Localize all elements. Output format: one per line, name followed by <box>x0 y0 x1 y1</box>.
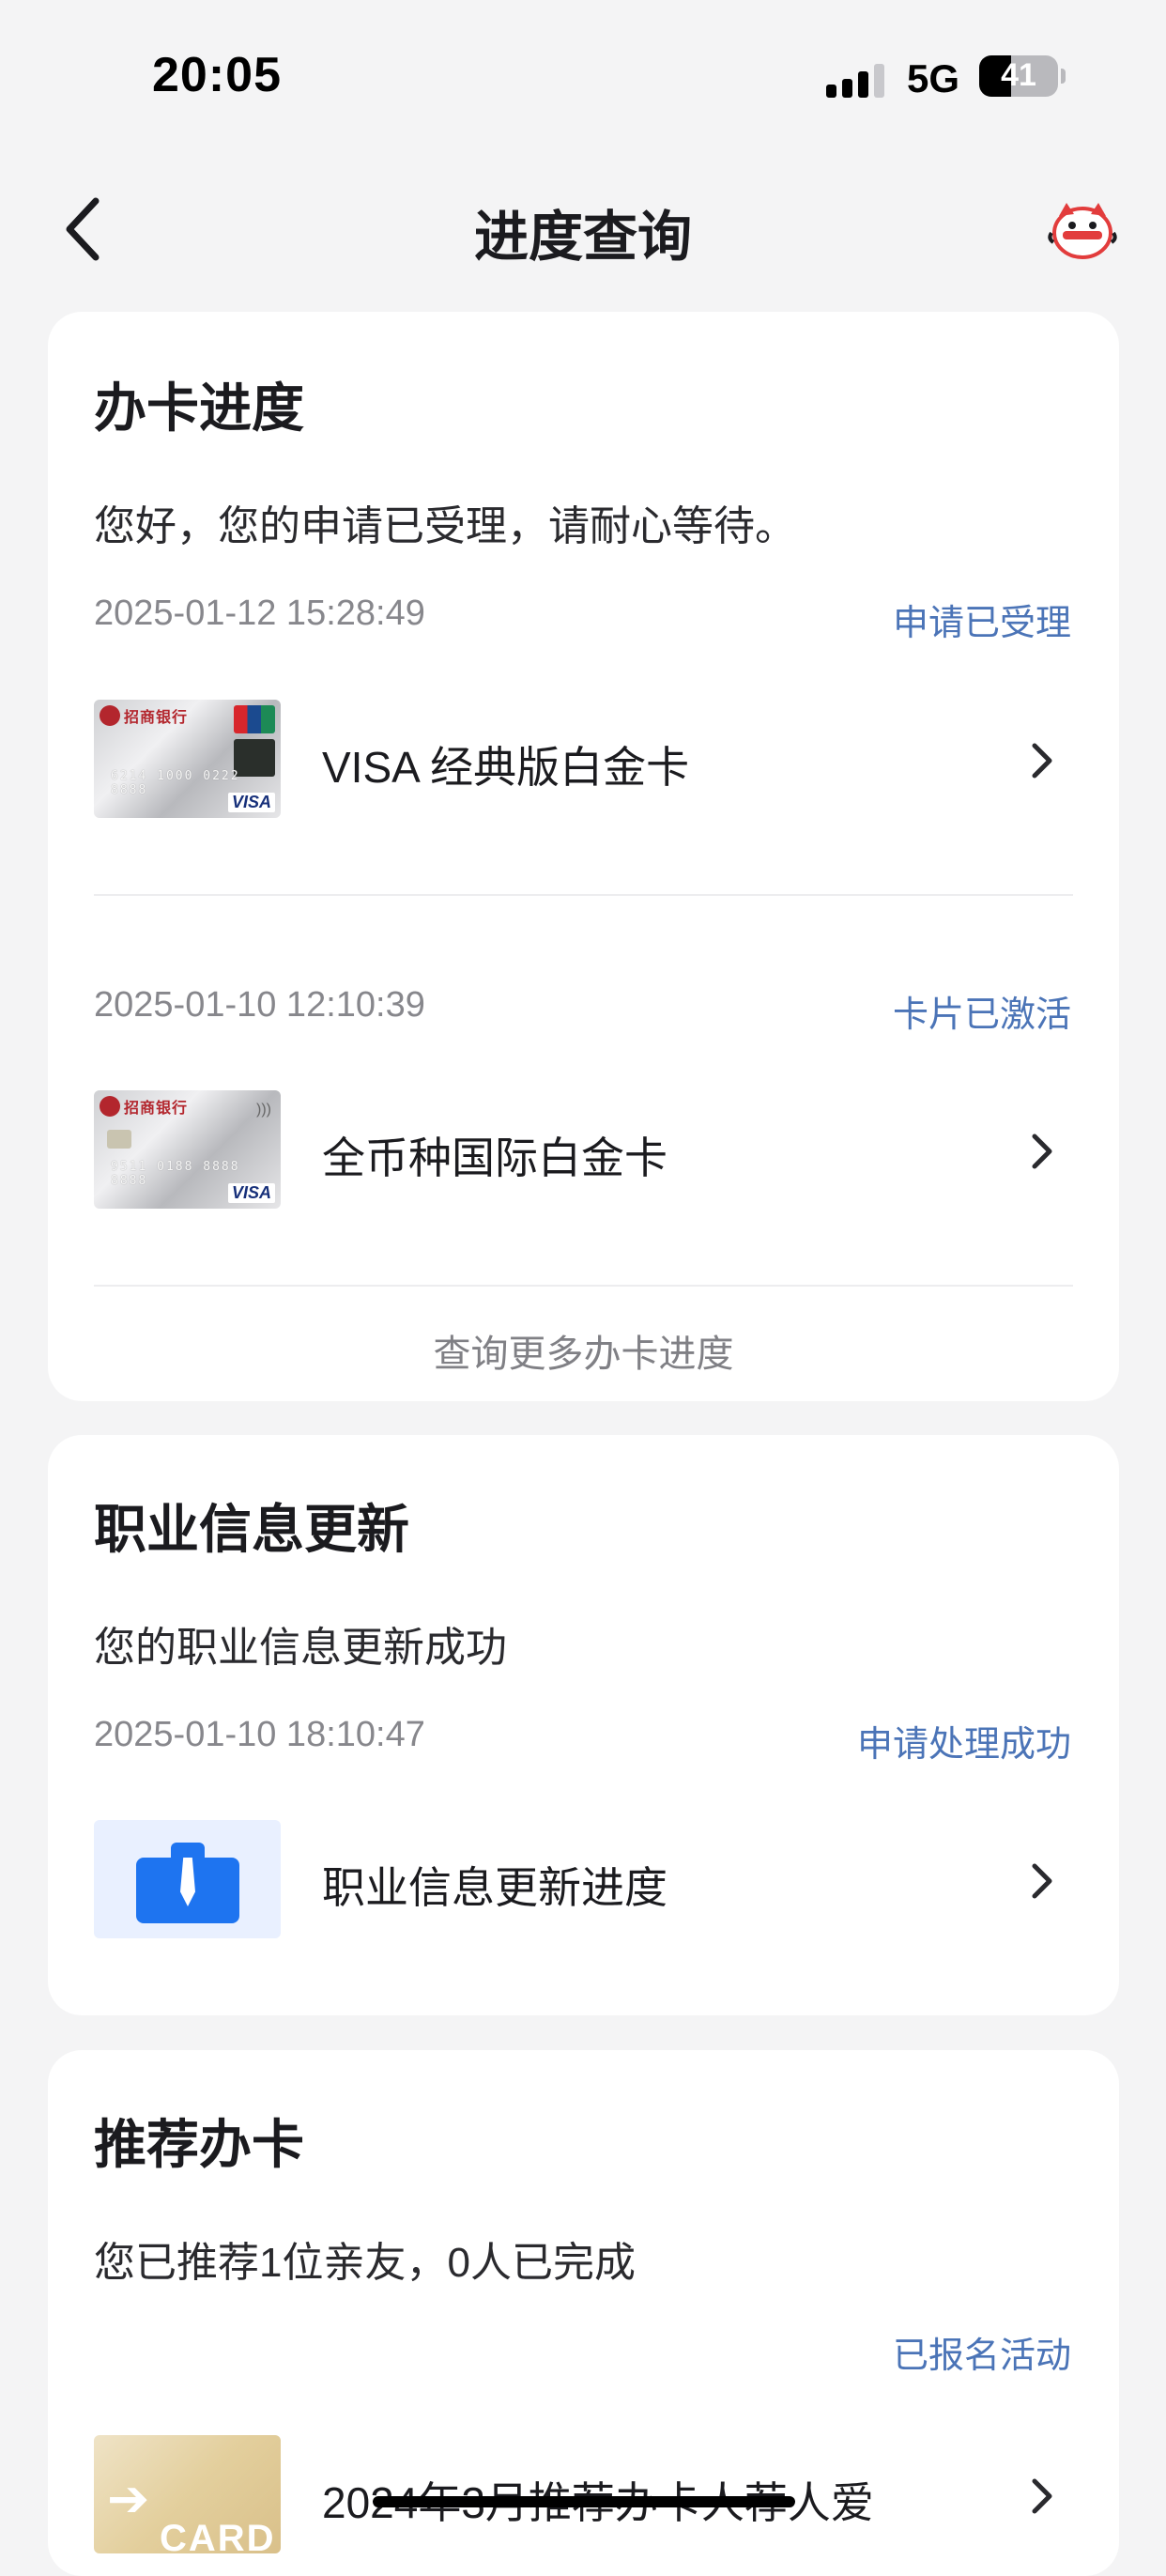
more-progress-link[interactable]: 查询更多办卡进度 <box>48 1323 1119 1378</box>
divider <box>94 894 1073 896</box>
mascot-icon <box>1048 203 1117 259</box>
card-name: 全币种国际白金卡 <box>322 1134 667 1182</box>
card-progress-section: 办卡进度 您好，您的申请已受理，请耐心等待。 2025-01-12 15:28:… <box>48 312 1119 1401</box>
activity-status: 已报名活动 <box>892 2337 1071 2376</box>
redaction-mark <box>373 2496 795 2507</box>
visa-card-image: 招商银行 6214 1000 0222 8888 VISA <box>94 700 281 818</box>
briefcase-handle <box>171 1843 205 1858</box>
career-thumbnail <box>94 1820 281 1938</box>
section-description: 您的职业信息更新成功 <box>94 1625 507 1671</box>
visa-logo: VISA <box>227 793 275 812</box>
unionpay-logo-icon <box>234 705 275 733</box>
battery-percentage: 41 <box>1001 57 1036 93</box>
update-status: 申请处理成功 <box>856 1725 1071 1765</box>
chevron-right-icon <box>1032 1134 1052 1169</box>
bank-name: 招商银行 <box>124 710 189 726</box>
chevron-right-icon <box>1032 2478 1052 2514</box>
status-time: 20:05 <box>152 48 282 102</box>
page-title: 进度查询 <box>473 207 692 268</box>
chevron-right-icon <box>1032 1863 1052 1899</box>
section-description: 您好，您的申请已受理，请耐心等待。 <box>94 503 796 549</box>
section-title: 办卡进度 <box>94 378 304 438</box>
card-name: VISA 经典版白金卡 <box>322 743 690 792</box>
section-description: 您已推荐1位亲友，0人已完成 <box>94 2240 636 2286</box>
arrow-icon: ➔ <box>107 2471 150 2527</box>
career-update-section: 职业信息更新 您的职业信息更新成功 2025-01-10 18:10:47 申请… <box>48 1435 1119 2015</box>
section-title: 职业信息更新 <box>94 1500 409 1559</box>
divider <box>94 1285 1073 1287</box>
application-status: 申请已受理 <box>892 604 1071 643</box>
status-bar: 20:05 5G 41 <box>0 0 1166 141</box>
platinum-card-image: 招商银行 ))) 9511 0188 8888 8888 VISA <box>94 1090 281 1209</box>
update-time: 2025-01-10 18:10:47 <box>94 1715 425 1754</box>
application-time: 2025-01-10 12:10:39 <box>94 985 425 1025</box>
section-title: 推荐办卡 <box>94 2115 304 2174</box>
activity-thumbnail: ➔ CARD <box>94 2435 281 2553</box>
contactless-icon: ))) <box>256 1102 271 1118</box>
bank-name: 招商银行 <box>124 1101 189 1117</box>
card-item-visa-classic-platinum[interactable]: 招商银行 6214 1000 0222 8888 VISA VISA 经典版白金… <box>94 700 1073 822</box>
battery-tip <box>1061 69 1066 84</box>
thumbnail-text: CARD <box>160 2518 276 2553</box>
card-chip-icon <box>107 1130 131 1149</box>
application-status: 卡片已激活 <box>892 995 1071 1035</box>
career-update-label: 职业信息更新进度 <box>322 1863 667 1912</box>
network-type: 5G <box>907 56 960 100</box>
application-time: 2025-01-12 15:28:49 <box>94 594 425 633</box>
bank-logo-icon <box>100 1096 120 1117</box>
chevron-right-icon <box>1032 743 1052 779</box>
battery-icon: 41 <box>979 55 1058 97</box>
bank-logo-icon <box>100 705 120 726</box>
card-item-all-currency-platinum[interactable]: 招商银行 ))) 9511 0188 8888 8888 VISA 全币种国际白… <box>94 1090 1073 1212</box>
career-update-item[interactable]: 职业信息更新进度 <box>94 1820 1073 1942</box>
assistant-button[interactable] <box>1046 195 1119 263</box>
visa-logo: VISA <box>227 1183 275 1203</box>
cellular-signal-icon <box>826 60 884 98</box>
